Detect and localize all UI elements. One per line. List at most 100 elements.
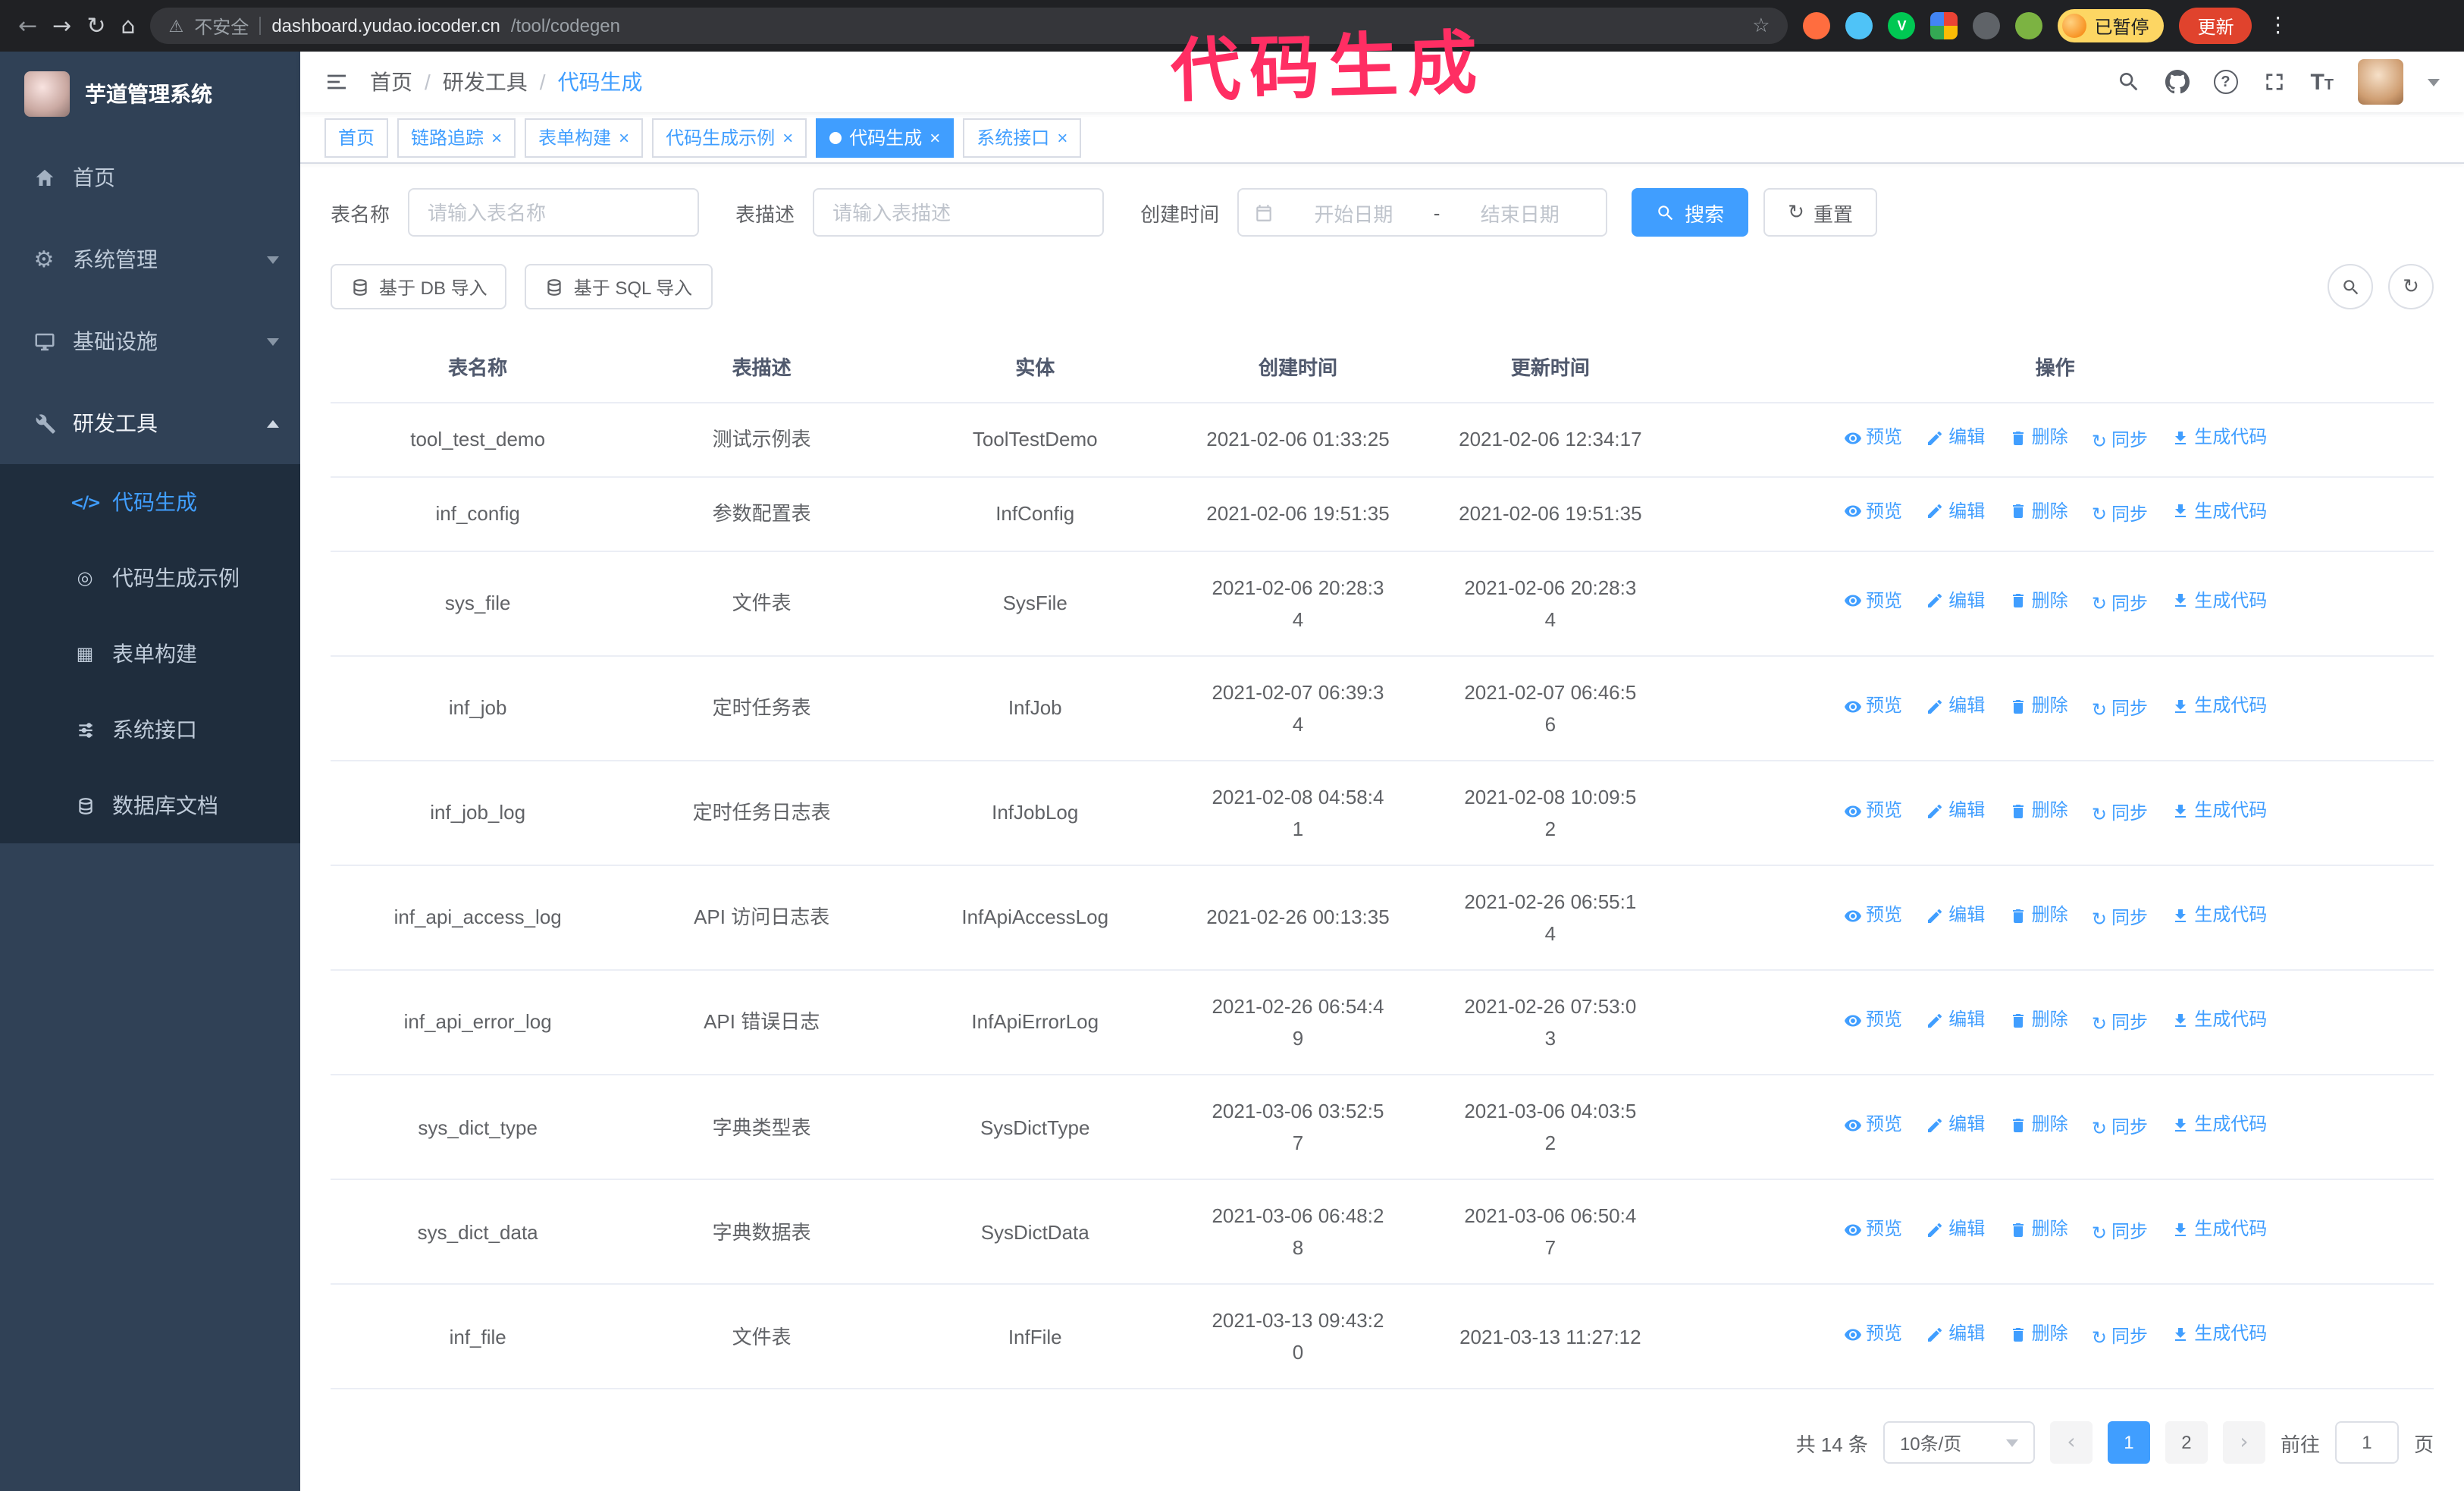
extension-icon[interactable] (1930, 12, 1958, 39)
page-button-2[interactable]: 2 (2165, 1421, 2208, 1464)
extension-icon[interactable] (1803, 12, 1831, 39)
sync-action[interactable]: ↻ 同步 (2092, 501, 2148, 530)
delete-action[interactable]: 删除 (2009, 1320, 2068, 1350)
sidebar-item-home[interactable]: 首页 (0, 137, 300, 218)
tab-home[interactable]: 首页 (324, 118, 389, 157)
tab-codegen-demo[interactable]: 代码生成示例 × (652, 118, 807, 157)
edit-action[interactable]: 编辑 (1926, 586, 1985, 616)
bookmark-star-icon[interactable]: ☆ (1752, 14, 1770, 37)
search-icon[interactable] (2116, 70, 2140, 94)
generate-code-action[interactable]: 生成代码 (2171, 423, 2267, 453)
app-logo[interactable]: 芋道管理系统 (0, 52, 300, 137)
generate-code-action[interactable]: 生成代码 (2171, 1006, 2267, 1035)
sidebar-item-codegen[interactable]: </> 代码生成 (0, 464, 300, 540)
sidebar-item-infra[interactable]: 基础设施 (0, 300, 300, 382)
edit-action[interactable]: 编辑 (1926, 692, 1985, 721)
sync-action[interactable]: ↻ 同步 (2092, 589, 2148, 619)
close-icon[interactable]: × (619, 128, 629, 146)
sync-action[interactable]: ↻ 同步 (2092, 1219, 2148, 1248)
edit-action[interactable]: 编辑 (1926, 1216, 1985, 1245)
preview-action[interactable]: 预览 (1843, 423, 1902, 453)
preview-action[interactable]: 预览 (1843, 1110, 1902, 1140)
breadcrumb-devtools[interactable]: 研发工具 (443, 67, 528, 97)
preview-action[interactable]: 预览 (1843, 1216, 1902, 1245)
sidebar-item-db-doc[interactable]: 数据库文档 (0, 767, 300, 843)
edit-action[interactable]: 编辑 (1926, 1110, 1985, 1140)
preview-action[interactable]: 预览 (1843, 1006, 1902, 1035)
sidebar-item-system[interactable]: ⚙ 系统管理 (0, 218, 300, 300)
sync-action[interactable]: ↻ 同步 (2092, 799, 2148, 829)
generate-code-action[interactable]: 生成代码 (2171, 692, 2267, 721)
page-size-select[interactable]: 10条/页 (1882, 1421, 2035, 1464)
update-button[interactable]: 更新 (2179, 8, 2252, 44)
tab-trace[interactable]: 链路追踪 × (397, 118, 516, 157)
generate-code-action[interactable]: 生成代码 (2171, 586, 2267, 616)
avatar-caret-icon[interactable] (2428, 78, 2440, 86)
extension-icon[interactable]: V (1888, 12, 1916, 39)
forward-icon[interactable]: → (52, 14, 71, 37)
delete-action[interactable]: 删除 (2009, 692, 2068, 721)
table-desc-input[interactable] (813, 188, 1105, 237)
user-avatar[interactable] (2358, 59, 2403, 105)
preview-action[interactable]: 预览 (1843, 498, 1902, 527)
preview-action[interactable]: 预览 (1843, 692, 1902, 721)
tab-form-builder[interactable]: 表单构建 × (525, 118, 644, 157)
sidebar-item-form-builder[interactable]: ▦ 表单构建 (0, 616, 300, 692)
help-icon[interactable]: ? (2213, 70, 2238, 94)
table-name-input[interactable] (408, 188, 700, 237)
close-icon[interactable]: × (1057, 128, 1067, 146)
sidebar-item-codegen-demo[interactable]: ◎ 代码生成示例 (0, 540, 300, 616)
import-sql-button[interactable]: 基于 SQL 导入 (525, 264, 713, 309)
preview-action[interactable]: 预览 (1843, 1320, 1902, 1350)
generate-code-action[interactable]: 生成代码 (2171, 498, 2267, 527)
create-time-range-picker[interactable]: 开始日期 - 结束日期 (1237, 188, 1608, 237)
generate-code-action[interactable]: 生成代码 (2171, 1110, 2267, 1140)
close-icon[interactable]: × (782, 128, 793, 146)
profile-paused-badge[interactable]: 已暂停 (2058, 9, 2165, 42)
delete-action[interactable]: 删除 (2009, 498, 2068, 527)
extension-icon[interactable] (1845, 12, 1873, 39)
sidebar-item-api[interactable]: 系统接口 (0, 692, 300, 767)
breadcrumb-home[interactable]: 首页 (370, 67, 412, 97)
delete-action[interactable]: 删除 (2009, 1216, 2068, 1245)
goto-page-input[interactable] (2334, 1421, 2399, 1464)
sync-action[interactable]: ↻ 同步 (2092, 1323, 2148, 1353)
delete-action[interactable]: 删除 (2009, 423, 2068, 453)
delete-action[interactable]: 删除 (2009, 1110, 2068, 1140)
tab-api[interactable]: 系统接口 × (963, 118, 1082, 157)
preview-action[interactable]: 预览 (1843, 586, 1902, 616)
delete-action[interactable]: 删除 (2009, 901, 2068, 931)
sidebar-toggle-icon[interactable] (324, 70, 349, 94)
sync-action[interactable]: ↻ 同步 (2092, 1009, 2148, 1038)
generate-code-action[interactable]: 生成代码 (2171, 901, 2267, 931)
close-icon[interactable]: × (929, 128, 940, 146)
close-icon[interactable]: × (491, 128, 502, 146)
toggle-search-button[interactable] (2328, 264, 2373, 309)
browser-menu-icon[interactable]: ⋮ (2268, 14, 2289, 38)
fullscreen-icon[interactable] (2262, 70, 2286, 94)
delete-action[interactable]: 删除 (2009, 586, 2068, 616)
edit-action[interactable]: 编辑 (1926, 1006, 1985, 1035)
generate-code-action[interactable]: 生成代码 (2171, 796, 2267, 826)
reset-button[interactable]: ↻ 重置 (1763, 188, 1877, 237)
prev-page-button[interactable]: ‹ (2049, 1421, 2093, 1464)
import-db-button[interactable]: 基于 DB 导入 (331, 264, 507, 309)
font-size-icon[interactable]: TT (2310, 71, 2334, 93)
extension-icon[interactable] (2015, 12, 2043, 39)
back-icon[interactable]: ← (18, 14, 37, 37)
edit-action[interactable]: 编辑 (1926, 498, 1985, 527)
sync-action[interactable]: ↻ 同步 (2092, 1113, 2148, 1143)
edit-action[interactable]: 编辑 (1926, 423, 1985, 453)
sync-action[interactable]: ↻ 同步 (2092, 426, 2148, 456)
edit-action[interactable]: 编辑 (1926, 796, 1985, 826)
preview-action[interactable]: 预览 (1843, 796, 1902, 826)
generate-code-action[interactable]: 生成代码 (2171, 1320, 2267, 1350)
reload-icon[interactable]: ↻ (86, 14, 105, 37)
sidebar-item-devtools[interactable]: 研发工具 (0, 382, 300, 464)
puzzle-extension-icon[interactable] (1973, 12, 2001, 39)
page-button-1[interactable]: 1 (2107, 1421, 2150, 1464)
browser-home-icon[interactable]: ⌂ (121, 14, 135, 37)
delete-action[interactable]: 删除 (2009, 796, 2068, 826)
edit-action[interactable]: 编辑 (1926, 1320, 1985, 1350)
github-icon[interactable] (2165, 70, 2190, 94)
